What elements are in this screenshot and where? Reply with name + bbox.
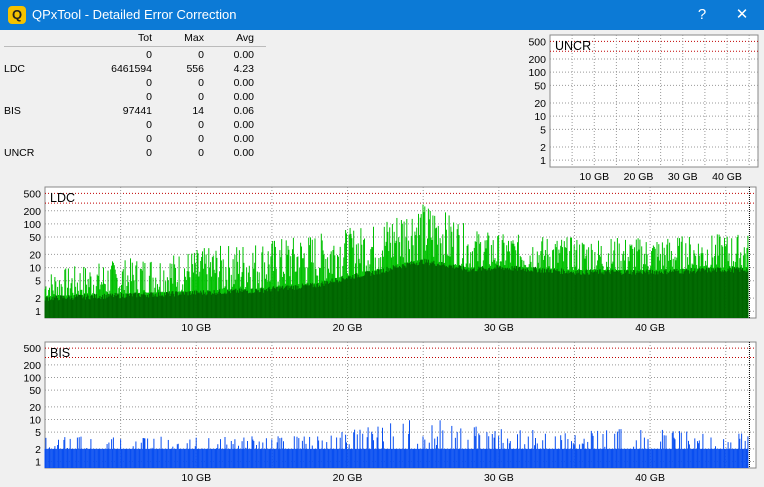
stats-row: UNCR 0 0 0.00 bbox=[4, 147, 266, 161]
ldc-chart: 500 20010050 20 105 21 10 GB 20 GB 30 GB 40 GB LD… bbox=[23, 186, 757, 334]
stats-row: 0 0 0.00 bbox=[4, 119, 266, 133]
stats-avg-value: 0.00 bbox=[233, 119, 254, 131]
stats-row: 0 0 0.00 bbox=[4, 91, 266, 105]
x-tick-label: 40 GB bbox=[635, 322, 665, 334]
stats-max-value: 0 bbox=[198, 133, 204, 145]
header-tot: Tot bbox=[137, 32, 152, 44]
y-tick-label: 100 bbox=[23, 372, 41, 384]
stats-row: 0 0 0.00 bbox=[4, 133, 266, 147]
y-tick-label: 2 bbox=[35, 444, 41, 456]
close-button[interactable]: ✕ bbox=[722, 0, 762, 30]
title-bar: Q QPxTool - Detailed Error Correction ? … bbox=[0, 0, 764, 30]
stats-row: LDC 6461594 556 4.23 bbox=[4, 63, 266, 77]
y-tick-label: 2 bbox=[540, 142, 546, 154]
stats-row-label: BIS bbox=[4, 105, 21, 117]
stats-max-value: 0 bbox=[198, 119, 204, 131]
stats-avg-value: 0.00 bbox=[233, 133, 254, 145]
y-tick-label: 500 bbox=[23, 343, 41, 355]
app-logo-icon: Q bbox=[8, 6, 26, 24]
y-tick-label: 50 bbox=[29, 232, 41, 244]
x-tick-label: 20 GB bbox=[333, 322, 363, 334]
x-tick-label: 10 GB bbox=[579, 171, 609, 183]
y-tick-label: 50 bbox=[534, 80, 546, 92]
stats-row: BIS 97441 14 0.06 bbox=[4, 105, 266, 119]
y-tick-label: 5 bbox=[35, 276, 41, 288]
x-tick-label: 30 GB bbox=[668, 171, 698, 183]
stats-table: Tot Max Avg 0 0 0.00 LDC 6461594 556 4.23 0 0 0.0… bbox=[4, 32, 266, 161]
stats-tot-value: 6461594 bbox=[111, 63, 152, 75]
bis-chart: 500 20010050 20105 21 10 GB 20 GB 30 GB 40 GB BI… bbox=[23, 341, 757, 484]
stats-tot-value: 0 bbox=[146, 147, 152, 159]
y-tick-label: 10 bbox=[29, 414, 41, 426]
stats-avg-value: 4.23 bbox=[233, 63, 254, 75]
x-tick-label: 10 GB bbox=[181, 322, 211, 334]
stats-tot-value: 0 bbox=[146, 49, 152, 61]
y-tick-label: 100 bbox=[23, 219, 41, 231]
y-tick-label: 1 bbox=[35, 306, 41, 318]
chart-title: BIS bbox=[50, 346, 70, 360]
stats-max-value: 0 bbox=[198, 77, 204, 89]
help-button[interactable]: ? bbox=[682, 0, 722, 30]
y-tick-label: 10 bbox=[29, 263, 41, 275]
y-tick-label: 200 bbox=[23, 206, 41, 218]
uncr-chart: 500 20010050 20105 21 10 GB 20 GB 30 GB 40 GB UN… bbox=[528, 34, 759, 183]
stats-tot-value: 0 bbox=[146, 119, 152, 131]
stats-tot-value: 0 bbox=[146, 91, 152, 103]
y-tick-label: 50 bbox=[29, 385, 41, 397]
x-tick-label: 30 GB bbox=[484, 472, 514, 484]
stats-divider bbox=[4, 46, 266, 47]
stats-tot-value: 97441 bbox=[122, 105, 152, 117]
y-tick-label: 500 bbox=[23, 188, 41, 200]
y-tick-label: 5 bbox=[35, 427, 41, 439]
y-tick-label: 200 bbox=[528, 54, 546, 66]
y-tick-label: 100 bbox=[528, 67, 546, 79]
chart-title: UNCR bbox=[555, 39, 591, 53]
stats-tot-value: 0 bbox=[146, 133, 152, 145]
x-tick-label: 20 GB bbox=[333, 472, 363, 484]
stats-header-row: Tot Max Avg bbox=[4, 32, 266, 46]
y-tick-label: 500 bbox=[528, 36, 546, 48]
stats-avg-value: 0.00 bbox=[233, 49, 254, 61]
x-tick-label: 20 GB bbox=[624, 171, 654, 183]
stats-max-value: 0 bbox=[198, 49, 204, 61]
y-tick-label: 10 bbox=[534, 111, 546, 123]
stats-row: 0 0 0.00 bbox=[4, 49, 266, 63]
y-tick-label: 1 bbox=[540, 155, 546, 167]
header-avg: Avg bbox=[236, 32, 254, 44]
header-max: Max bbox=[184, 32, 204, 44]
window-title: QPxTool - Detailed Error Correction bbox=[32, 7, 237, 22]
stats-avg-value: 0.00 bbox=[233, 77, 254, 89]
stats-avg-value: 0.00 bbox=[233, 147, 254, 159]
stats-avg-value: 0.06 bbox=[233, 105, 254, 117]
y-tick-label: 20 bbox=[29, 249, 41, 261]
stats-max-value: 0 bbox=[198, 147, 204, 159]
stats-max-value: 14 bbox=[192, 105, 204, 117]
stats-row-label: LDC bbox=[4, 63, 26, 75]
y-tick-label: 1 bbox=[35, 456, 41, 468]
stats-max-value: 0 bbox=[198, 91, 204, 103]
x-tick-label: 40 GB bbox=[635, 472, 665, 484]
stats-avg-value: 0.00 bbox=[233, 91, 254, 103]
y-tick-label: 200 bbox=[23, 360, 41, 372]
stats-tot-value: 0 bbox=[146, 77, 152, 89]
y-tick-label: 20 bbox=[534, 98, 546, 110]
stats-max-value: 556 bbox=[186, 63, 204, 75]
stats-row: 0 0 0.00 bbox=[4, 77, 266, 91]
stats-row-label: UNCR bbox=[4, 147, 35, 159]
x-tick-label: 30 GB bbox=[484, 322, 514, 334]
x-tick-label: 40 GB bbox=[712, 171, 742, 183]
chart-title: LDC bbox=[50, 191, 75, 205]
x-tick-label: 10 GB bbox=[181, 472, 211, 484]
y-tick-label: 2 bbox=[35, 293, 41, 305]
y-tick-label: 5 bbox=[540, 124, 546, 136]
y-tick-label: 20 bbox=[29, 402, 41, 414]
